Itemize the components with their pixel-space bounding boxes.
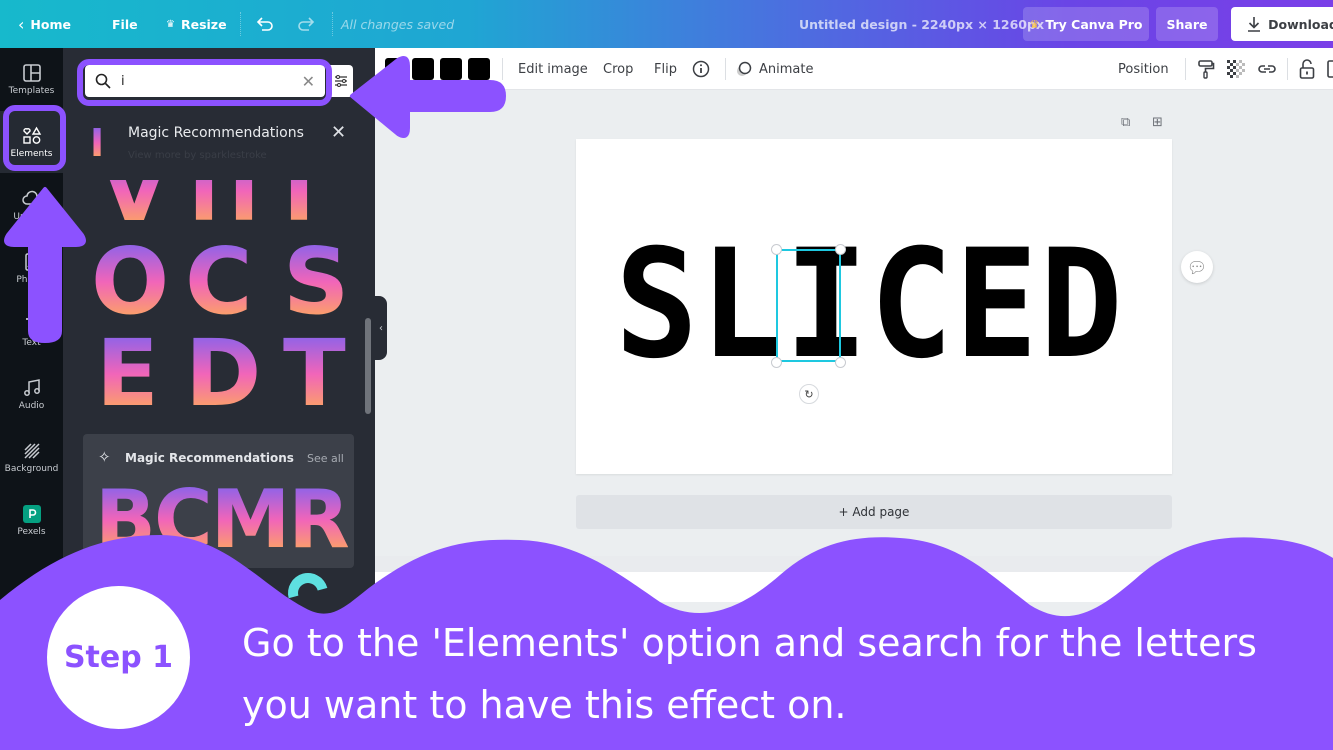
canva-editor: ‹ Home File ♛ Resize All changes saved U… (0, 0, 1333, 750)
sidebar-item-audio[interactable]: Audio (0, 363, 63, 425)
animate-icon (737, 61, 752, 76)
redo-icon (298, 17, 315, 31)
recommendation-title: Magic Recommendations (128, 125, 304, 141)
card-title: Magic Recommendations (125, 451, 294, 465)
step-badge: Step 1 (47, 586, 190, 729)
letter-tile[interactable]: C (185, 236, 253, 328)
letter-tile[interactable]: O (91, 236, 169, 328)
duplicate-button[interactable] (1327, 48, 1333, 90)
pexels-icon (22, 504, 41, 523)
rotate-icon: ↻ (804, 387, 814, 401)
duplicate-icon (1327, 60, 1333, 78)
search-highlight (77, 59, 332, 106)
try-canva-pro-button[interactable]: ♛ Try Canva Pro (1023, 7, 1149, 41)
divider (240, 12, 241, 36)
transparency-icon (1227, 60, 1245, 78)
crown-icon: ♛ (166, 18, 175, 30)
add-page-button[interactable]: + Add page (576, 495, 1172, 529)
copy-style-button[interactable] (1197, 48, 1215, 90)
sidebar-item-templates[interactable]: Templates (0, 48, 63, 110)
letter-tile[interactable]: T (283, 328, 346, 420)
share-button[interactable]: Share (1156, 7, 1218, 41)
design-title[interactable]: Untitled design - 2240px × 1260px (799, 0, 1044, 48)
recommendation-subtitle[interactable]: View more by sparklestroke (128, 150, 267, 161)
crown-icon: ♛ (1029, 17, 1040, 31)
undo-button[interactable] (256, 0, 274, 48)
paint-roller-icon (1198, 60, 1215, 79)
arrow-left-annotation (350, 56, 506, 138)
divider (1185, 58, 1186, 80)
recommendation-header: I Magic Recommendations View more by spa… (63, 116, 375, 166)
divider (725, 58, 726, 80)
panel-scrollbar[interactable] (365, 318, 371, 414)
templates-icon (22, 63, 41, 82)
letter-i-thumbnail[interactable]: I (90, 124, 104, 162)
resize-handle[interactable] (835, 244, 846, 255)
arrow-up-annotation (4, 187, 86, 343)
duplicate-page-icon[interactable]: ⧉ (1121, 115, 1137, 131)
audio-icon (23, 378, 40, 396)
divider (332, 12, 333, 36)
animate-button[interactable]: Animate (735, 48, 813, 90)
letter-tile[interactable]: S (283, 236, 349, 328)
flip-button[interactable]: Flip (654, 48, 677, 90)
resize-button[interactable]: ♛ Resize (166, 0, 227, 48)
position-button[interactable]: Position (1118, 48, 1169, 90)
comment-icon: 💬︎ (1186, 257, 1208, 277)
letter-grid: V П Г O C S E D T (63, 178, 363, 438)
link-button[interactable] (1257, 48, 1277, 90)
add-page-icon[interactable]: ⊞ (1152, 115, 1168, 131)
see-all-link[interactable]: See all (307, 452, 344, 465)
top-header: ‹ Home File ♛ Resize All changes saved U… (0, 0, 1333, 48)
undo-icon (256, 17, 273, 31)
rotate-handle[interactable]: ↻ (799, 384, 819, 404)
letter-tile[interactable]: E (96, 328, 159, 420)
context-toolbar: Edit image Crop Flip Animate Position (375, 48, 1333, 90)
redo-button[interactable] (297, 0, 315, 48)
sidebar-item-background[interactable]: Background (0, 426, 63, 488)
transparency-button[interactable] (1227, 48, 1245, 90)
link-icon (1258, 65, 1276, 73)
home-button[interactable]: ‹ Home (18, 0, 71, 48)
letter-tile[interactable]: D (185, 328, 261, 420)
selection-box[interactable] (776, 249, 841, 362)
elements-highlight (3, 105, 66, 171)
info-icon (692, 60, 710, 78)
save-status: All changes saved (341, 16, 455, 32)
background-icon (23, 442, 40, 459)
lock-icon (1299, 59, 1315, 79)
canvas-text-sliced[interactable]: SLICED (615, 230, 1123, 380)
resize-handle[interactable] (835, 357, 846, 368)
resize-handle[interactable] (771, 357, 782, 368)
divider (1287, 58, 1288, 80)
instruction-text: Go to the 'Elements' option and search f… (242, 621, 1257, 727)
chevron-left-icon: ‹ (379, 322, 383, 334)
download-button[interactable]: Download (1231, 7, 1333, 41)
edit-image-button[interactable]: Edit image (518, 48, 588, 90)
add-comment-button[interactable]: 💬︎ (1181, 251, 1213, 283)
info-button[interactable] (692, 48, 710, 90)
download-icon (1248, 17, 1261, 32)
resize-handle[interactable] (771, 244, 782, 255)
file-menu[interactable]: File (112, 0, 138, 48)
chevron-left-icon: ‹ (18, 14, 25, 34)
collapse-panel-button[interactable]: ‹ (375, 296, 387, 360)
lock-button[interactable] (1299, 48, 1315, 90)
sparkle-icon: ✧ (98, 448, 111, 466)
crop-button[interactable]: Crop (603, 48, 633, 90)
